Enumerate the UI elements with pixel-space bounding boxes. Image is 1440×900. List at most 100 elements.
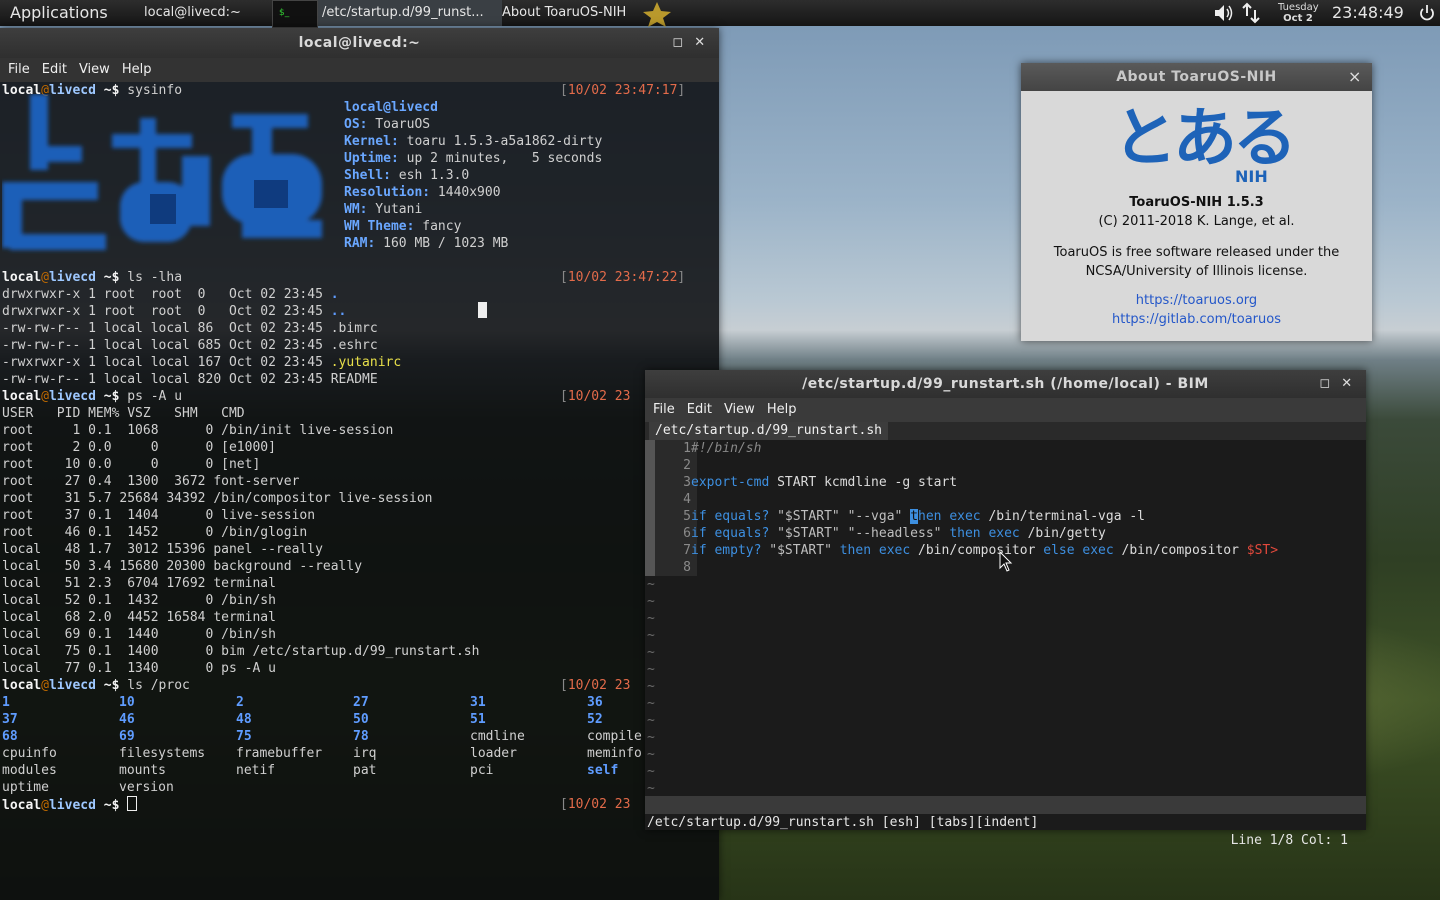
terminal-titlebar[interactable]: local@livecd:~ ◻ ✕	[0, 28, 719, 58]
taskbar-item-terminal[interactable]: local@livecd:~	[144, 0, 259, 26]
proc-entry: 75	[236, 728, 252, 745]
code-text: /bin/terminal-vga -l	[980, 509, 1146, 524]
terminal-output[interactable]: local@livecd ~$ sysinfo [10/02 23:47:17]…	[2, 82, 717, 898]
timestamp: [10/02 23	[560, 389, 631, 404]
taskbar-item-bim[interactable]: /etc/startup.d/99_runst...	[318, 0, 502, 26]
code-keyword: then	[839, 543, 872, 558]
date-display[interactable]: Tuesday Oct 2	[1278, 2, 1319, 24]
timestamp: [10/02 23:47:17]	[560, 83, 686, 98]
status-file: /etc/startup.d/99_runstart.sh [esh] [tab…	[647, 815, 1039, 830]
code-keyword: hen	[918, 509, 942, 524]
window-title: local@livecd:~	[298, 35, 421, 51]
close-icon[interactable]: ×	[1346, 63, 1364, 91]
sysinfo-line: Shell: esh 1.3.0	[344, 167, 469, 184]
power-icon[interactable]	[1418, 0, 1438, 26]
proc-entry-text: pci	[470, 763, 494, 778]
code-text: START kcmdline -g start	[769, 475, 958, 490]
menu-help[interactable]: Help	[767, 402, 797, 417]
proc-entry-text: 31	[470, 695, 486, 710]
applications-menu-button[interactable]: Applications	[10, 0, 108, 26]
proc-entry-text: 10	[119, 695, 135, 710]
prompt-user: local	[2, 270, 42, 285]
empty-line-marker: ~	[647, 781, 655, 796]
proc-entry: 68	[2, 728, 18, 745]
proc-entry: pci	[470, 762, 493, 779]
proc-entry-text: 36	[587, 695, 603, 710]
code-line: export-cmd START kcmdline -g start	[691, 474, 957, 491]
top-panel: Applications local@livecd:~ $_ /etc/star…	[0, 0, 1440, 28]
volume-icon[interactable]	[1212, 0, 1238, 26]
sysinfo-line: Kernel: toaru 1.5.3-a5a1862-dirty	[344, 133, 602, 150]
menu-view[interactable]: View	[79, 62, 110, 77]
close-icon[interactable]: ✕	[1338, 370, 1356, 398]
code-keyword: export-cmd	[691, 475, 770, 490]
ps-row: root 31 5.7 25684 34392 /bin/compositor …	[2, 491, 433, 506]
bim-editor-area[interactable]: 1 2 3 4 5 6 7 8 #!/bin/sh export-cmd STA…	[645, 440, 1366, 796]
proc-entry-text: 1	[2, 695, 10, 710]
menu-edit[interactable]: Edit	[687, 402, 712, 417]
menu-help[interactable]: Help	[122, 62, 152, 77]
bim-tabbar: /etc/startup.d/99_runstart.sh	[645, 422, 1366, 440]
proc-entry: 31	[470, 694, 486, 711]
terminal-window[interactable]: local@livecd:~ ◻ ✕ File Edit View Help loca…	[0, 28, 719, 900]
menu-file[interactable]: File	[8, 62, 30, 77]
bim-titlebar[interactable]: /etc/startup.d/99_runstart.sh (/home/loc…	[645, 370, 1366, 398]
empty-line-marker: ~	[647, 577, 655, 592]
code-string: "$START"	[769, 543, 832, 558]
clock[interactable]: 23:48:49	[1332, 0, 1404, 26]
empty-line-marker: ~	[647, 747, 655, 762]
ps-row: local 51 2.3 6704 17692 terminal	[2, 576, 276, 591]
prompt-at: @	[41, 270, 49, 285]
sysinfo-key: WM Theme:	[344, 219, 415, 234]
proc-entry: 2	[236, 694, 244, 711]
proc-entry-text: 69	[119, 729, 135, 744]
about-titlebar[interactable]: About ToaruOS-NIH ×	[1021, 63, 1372, 91]
tab-file[interactable]: /etc/startup.d/99_runstart.sh	[649, 422, 888, 440]
network-icon[interactable]	[1240, 0, 1264, 26]
command-text: ls -lha	[127, 270, 183, 285]
ls-row: -rw-rw-r-- 1 local local 820 Oct 02 23:4…	[2, 371, 378, 388]
about-dialog[interactable]: About ToaruOS-NIH × とある NIH ToaruOS-NIH …	[1021, 63, 1372, 341]
bim-editor-window[interactable]: /etc/startup.d/99_runstart.sh (/home/loc…	[645, 370, 1366, 848]
proc-entry: mounts	[119, 762, 166, 779]
ps-row: root 10 0.0 0 0 [net]	[2, 457, 261, 472]
menu-edit[interactable]: Edit	[42, 62, 67, 77]
bim-statusbar: /etc/startup.d/99_runstart.sh [esh] [tab…	[645, 796, 1366, 848]
menu-file[interactable]: File	[653, 402, 675, 417]
timestamp-text: 10/02 23	[567, 389, 631, 404]
prompt-at: @	[41, 389, 49, 404]
sysinfo-value: local@livecd	[344, 100, 438, 115]
code-string: "$START"	[777, 509, 840, 524]
gitlab-link[interactable]: https://gitlab.com/toaruos	[1021, 312, 1372, 327]
maximize-icon[interactable]: ◻	[1316, 370, 1334, 398]
prompt-at: @	[41, 798, 49, 813]
menu-view[interactable]: View	[724, 402, 755, 417]
timestamp-text: 10/02 23	[567, 678, 631, 693]
terminal-thumbnail[interactable]: $_	[272, 0, 318, 28]
prompt-user: local	[2, 678, 42, 693]
ps-row: local 52 0.1 1432 0 /bin/sh	[2, 593, 276, 608]
proc-entry-text: compile	[587, 729, 642, 744]
code-keyword: exec	[1074, 543, 1114, 558]
close-icon[interactable]: ✕	[691, 28, 709, 58]
prompt-symbol: ~$	[95, 389, 128, 404]
proc-entry: pat	[353, 762, 376, 779]
line-number: 2	[655, 457, 697, 474]
proc-entry: self	[587, 762, 618, 779]
sysinfo-key: Kernel:	[344, 134, 399, 149]
window-title: About ToaruOS-NIH	[1116, 69, 1277, 85]
ps-row: local 69 0.1 1440 0 /bin/sh	[2, 627, 276, 642]
ps-row: root 37 0.1 1404 0 live-session	[2, 508, 316, 523]
website-link[interactable]: https://toaruos.org	[1021, 293, 1372, 308]
proc-entry-text: 48	[236, 712, 252, 727]
prompt-at: @	[41, 678, 49, 693]
command-text: ls /proc	[127, 678, 190, 693]
editor-cursor: t	[910, 509, 919, 524]
maximize-icon[interactable]: ◻	[669, 28, 687, 58]
sysinfo-line: OS: ToaruOS	[344, 116, 430, 133]
ls-meta: -rw-rw-r-- 1 local local 86 Oct 02 23:45	[2, 321, 331, 336]
proc-entry: netif	[236, 762, 275, 779]
ls-meta: drwxrwxr-x 1 root root 0 Oct 02 23:45	[2, 287, 331, 302]
proc-entry: cmdline	[470, 728, 525, 745]
